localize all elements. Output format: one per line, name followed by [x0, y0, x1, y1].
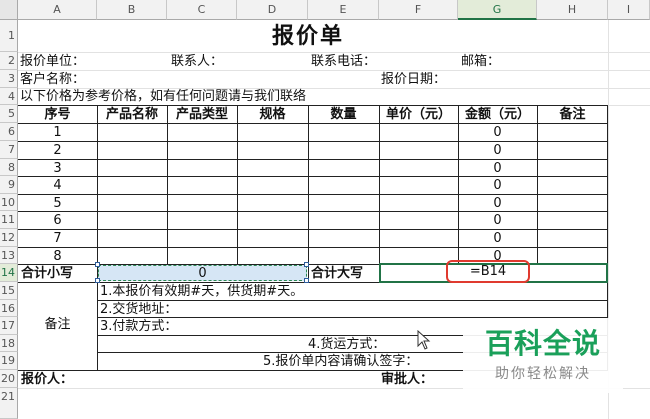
row-header-13[interactable]: 13 — [0, 247, 18, 264]
item-no[interactable]: 5 — [18, 197, 97, 210]
row-header-2[interactable]: 2 — [0, 52, 18, 70]
item-no[interactable]: 1 — [18, 126, 97, 139]
item-amount[interactable]: 0 — [458, 144, 537, 157]
row-header-17[interactable]: 17 — [0, 317, 18, 335]
subtotal-label[interactable]: 合计小写 — [21, 267, 73, 280]
row-header-20[interactable]: 20 — [0, 370, 18, 388]
watermark-slogan: 助你轻松解决 — [495, 366, 591, 382]
remarks-label[interactable]: 备注 — [18, 318, 97, 331]
remark-validity[interactable]: 1.本报价有效期#天，供货期#天。 — [100, 285, 303, 298]
item-no[interactable]: 4 — [18, 179, 97, 192]
email-label[interactable]: 邮箱： — [461, 55, 500, 68]
remark-signature[interactable]: 5.报价单内容请确认签字： — [263, 355, 418, 368]
customer-label[interactable]: 客户名称： — [20, 73, 85, 86]
subtotal-value: 0 — [198, 266, 207, 281]
item-amount[interactable]: 0 — [458, 214, 537, 227]
row-header-4[interactable]: 4 — [0, 88, 18, 105]
quote-date-label[interactable]: 报价日期： — [381, 73, 446, 86]
header-unit-price[interactable]: 单价（元） — [379, 108, 458, 121]
column-header-b[interactable]: B — [97, 0, 167, 20]
resize-handle[interactable] — [304, 278, 309, 283]
row-header-3[interactable]: 3 — [0, 70, 18, 88]
column-header-g[interactable]: G — [458, 0, 537, 20]
column-header-a[interactable]: A — [18, 0, 97, 20]
header-spec[interactable]: 规格 — [237, 108, 308, 121]
quote-unit-label[interactable]: 报价单位： — [20, 55, 85, 68]
row-header-14[interactable]: 14 — [0, 264, 18, 282]
column-header-c[interactable]: C — [167, 0, 237, 20]
resize-handle[interactable] — [304, 262, 309, 267]
phone-label[interactable]: 联系电话： — [311, 55, 376, 68]
remark-shipping[interactable]: 4.货运方式： — [308, 338, 385, 351]
row-header-21[interactable]: 21 — [0, 388, 18, 419]
item-no[interactable]: 2 — [18, 144, 97, 157]
item-no[interactable]: 8 — [18, 250, 97, 263]
approver-label[interactable]: 审批人： — [381, 373, 433, 386]
item-amount[interactable]: 0 — [458, 179, 537, 192]
subtotal-value-cell[interactable]: 0 — [98, 265, 307, 281]
row-header-11[interactable]: 11 — [0, 211, 18, 229]
watermark-logo: 百科全说 — [484, 327, 601, 360]
column-header-d[interactable]: D — [237, 0, 308, 20]
quoter-label[interactable]: 报价人： — [21, 373, 73, 386]
header-product-type[interactable]: 产品类型 — [167, 108, 237, 121]
header-remark[interactable]: 备注 — [537, 108, 608, 121]
row-header-15[interactable]: 15 — [0, 282, 18, 300]
price-note[interactable]: 以下价格为参考价格，如有任何问题请与我们联络 — [20, 90, 306, 103]
formula-input-cell[interactable]: =B14 — [446, 260, 530, 283]
header-product-name[interactable]: 产品名称 — [97, 108, 167, 121]
row-header-10[interactable]: 10 — [0, 194, 18, 211]
row-header-1[interactable]: 1 — [0, 20, 18, 52]
row-header-5[interactable]: 5 — [0, 105, 18, 123]
remark-delivery-address[interactable]: 2.交货地址： — [100, 303, 177, 316]
column-header-i[interactable]: I — [608, 0, 650, 20]
column-header-f[interactable]: F — [379, 0, 458, 20]
item-amount[interactable]: 0 — [458, 126, 537, 139]
mouse-pointer-icon — [417, 330, 431, 350]
row-header-12[interactable]: 12 — [0, 229, 18, 247]
column-header-h[interactable]: H — [537, 0, 608, 20]
item-no[interactable]: 3 — [18, 162, 97, 175]
remark-payment[interactable]: 3.付款方式： — [100, 320, 177, 333]
item-amount[interactable]: 0 — [458, 197, 537, 210]
resize-handle[interactable] — [95, 262, 100, 267]
resize-handle[interactable] — [95, 278, 100, 283]
contact-label[interactable]: 联系人： — [171, 55, 223, 68]
column-header-e[interactable]: E — [308, 0, 379, 20]
row-header-9[interactable]: 9 — [0, 176, 18, 194]
header-no[interactable]: 序号 — [18, 108, 97, 121]
row-header-16[interactable]: 16 — [0, 300, 18, 317]
item-amount[interactable]: 0 — [458, 232, 537, 245]
formula-text: =B14 — [469, 264, 507, 279]
row-header-18[interactable]: 18 — [0, 335, 18, 352]
item-amount[interactable]: 0 — [458, 162, 537, 175]
row-header-7[interactable]: 7 — [0, 141, 18, 159]
row-header-19[interactable]: 19 — [0, 352, 18, 370]
item-no[interactable]: 7 — [18, 232, 97, 245]
header-amount[interactable]: 金额（元） — [458, 108, 537, 121]
row-header-8[interactable]: 8 — [0, 159, 18, 176]
total-upper-label[interactable]: 合计大写 — [311, 267, 363, 280]
sheet-title[interactable]: 报价单 — [237, 22, 379, 52]
row-header-6[interactable]: 6 — [0, 123, 18, 141]
header-quantity[interactable]: 数量 — [308, 108, 379, 121]
select-all-corner[interactable] — [0, 0, 18, 20]
item-no[interactable]: 6 — [18, 214, 97, 227]
